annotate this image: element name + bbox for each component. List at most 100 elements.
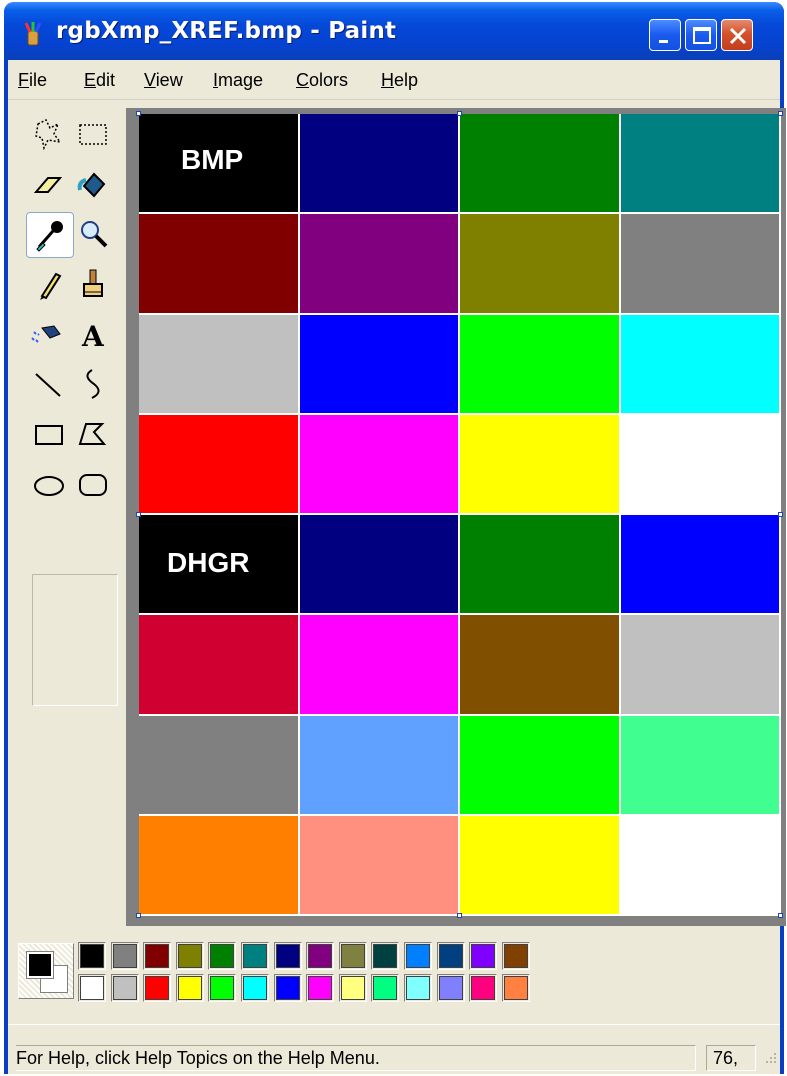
menu-image[interactable]: Image — [213, 70, 263, 91]
window-title: rgbXmp_XREF.bmp - Paint — [56, 18, 397, 44]
palette-swatch[interactable] — [501, 942, 530, 970]
tool-ellipse[interactable] — [26, 462, 74, 508]
palette-swatch[interactable] — [501, 974, 530, 1002]
color-cell — [139, 715, 300, 816]
tool-eraser[interactable] — [26, 162, 74, 208]
color-cell — [620, 214, 781, 315]
color-cell — [139, 414, 300, 515]
tool-rect-select[interactable] — [70, 112, 118, 158]
rounded-rect-icon — [79, 474, 107, 496]
color-cell — [620, 515, 781, 616]
palette-swatch[interactable] — [469, 942, 498, 970]
resize-handle[interactable] — [457, 913, 462, 918]
palette-swatch[interactable] — [273, 974, 302, 1002]
palette-swatch[interactable] — [241, 942, 269, 970]
palette-swatch[interactable] — [78, 942, 106, 970]
tool-pencil[interactable] — [26, 262, 74, 308]
palette-swatch[interactable] — [208, 974, 237, 1002]
tool-options-panel[interactable] — [32, 574, 118, 706]
palette-swatch[interactable] — [436, 942, 465, 970]
palette-swatch[interactable] — [208, 942, 237, 970]
resize-handle[interactable] — [457, 111, 462, 116]
minimize-icon — [659, 40, 668, 43]
menu-bar: File Edit View Image Colors Help — [8, 60, 780, 100]
color-cell — [460, 815, 621, 916]
palette-swatch[interactable] — [469, 974, 498, 1002]
color-cell — [460, 314, 621, 415]
close-button[interactable] — [721, 19, 753, 51]
tool-polygon[interactable] — [70, 412, 118, 458]
tool-magnifier[interactable] — [70, 212, 118, 258]
title-bar[interactable]: rgbXmp_XREF.bmp - Paint — [4, 2, 784, 60]
tool-rectangle[interactable] — [26, 412, 74, 458]
label-bmp: BMP — [181, 144, 244, 175]
color-cell — [299, 214, 460, 315]
palette-swatch[interactable] — [371, 942, 400, 970]
color-cell — [299, 114, 460, 215]
free-form-select-icon — [35, 118, 62, 151]
resize-handle[interactable] — [778, 913, 783, 918]
maximize-button[interactable] — [685, 19, 717, 51]
color-cell — [460, 214, 621, 315]
palette-swatch[interactable] — [241, 974, 269, 1002]
palette-swatch[interactable] — [338, 942, 367, 970]
tool-curve[interactable] — [70, 362, 118, 408]
color-cell — [139, 815, 300, 916]
menu-file[interactable]: File — [18, 70, 47, 91]
menu-edit[interactable]: Edit — [84, 70, 115, 91]
resize-handle[interactable] — [778, 512, 783, 517]
tool-airbrush[interactable] — [26, 312, 74, 358]
rectangle-icon — [35, 425, 63, 445]
menu-view[interactable]: View — [144, 70, 183, 91]
tool-brush[interactable] — [70, 262, 118, 308]
tool-color-picker[interactable] — [26, 212, 74, 258]
palette-swatch[interactable] — [436, 974, 465, 1002]
airbrush-icon — [31, 325, 61, 343]
color-cell — [139, 214, 300, 315]
palette-swatch[interactable] — [371, 974, 400, 1002]
resize-handle[interactable] — [136, 111, 141, 116]
svg-text:A: A — [81, 320, 105, 353]
palette-swatch[interactable] — [404, 942, 432, 970]
tool-free-form-select[interactable] — [26, 112, 74, 158]
palette-swatch[interactable] — [110, 942, 139, 970]
menu-help[interactable]: Help — [381, 70, 418, 91]
palette-swatch[interactable] — [338, 974, 367, 1002]
palette-swatch[interactable] — [306, 974, 335, 1002]
tool-fill-bucket[interactable] — [70, 162, 118, 208]
tool-rounded-rect[interactable] — [70, 462, 118, 508]
palette-swatch[interactable] — [78, 974, 106, 1002]
color-cell — [620, 414, 781, 515]
resize-grip-icon[interactable] — [760, 1051, 778, 1069]
resize-handle[interactable] — [136, 913, 141, 918]
tool-text[interactable]: A — [70, 312, 118, 358]
palette-swatch[interactable] — [175, 942, 204, 970]
polygon-icon — [78, 423, 107, 445]
image-canvas[interactable]: BMP DHGR — [136, 111, 783, 918]
toolbox: A — [18, 108, 134, 928]
palette-swatch[interactable] — [143, 974, 172, 1002]
pencil-icon — [40, 272, 62, 300]
foreground-color-swatch[interactable] — [26, 951, 54, 979]
eraser-icon — [33, 177, 63, 193]
resize-handle[interactable] — [778, 111, 783, 116]
minimize-button[interactable] — [649, 19, 681, 51]
color-cell — [460, 615, 621, 716]
palette-swatch[interactable] — [273, 942, 302, 970]
paint-window: rgbXmp_XREF.bmp - Paint File Edit View Imag… — [4, 2, 786, 1074]
palette-swatch[interactable] — [404, 974, 432, 1002]
line-icon — [35, 373, 61, 397]
label-dhgr: DHGR — [167, 547, 250, 578]
palette-swatch[interactable] — [110, 974, 139, 1002]
tool-line[interactable] — [26, 362, 74, 408]
rect-select-icon — [79, 124, 107, 145]
curve-icon — [86, 369, 100, 399]
menu-colors[interactable]: Colors — [296, 70, 348, 91]
resize-handle[interactable] — [136, 512, 141, 517]
current-colors[interactable] — [18, 943, 74, 999]
canvas-scroll-area: BMP DHGR — [126, 108, 786, 926]
palette-swatch[interactable] — [306, 942, 335, 970]
palette-swatch[interactable] — [143, 942, 172, 970]
palette-swatch[interactable] — [175, 974, 204, 1002]
close-icon — [729, 27, 747, 45]
